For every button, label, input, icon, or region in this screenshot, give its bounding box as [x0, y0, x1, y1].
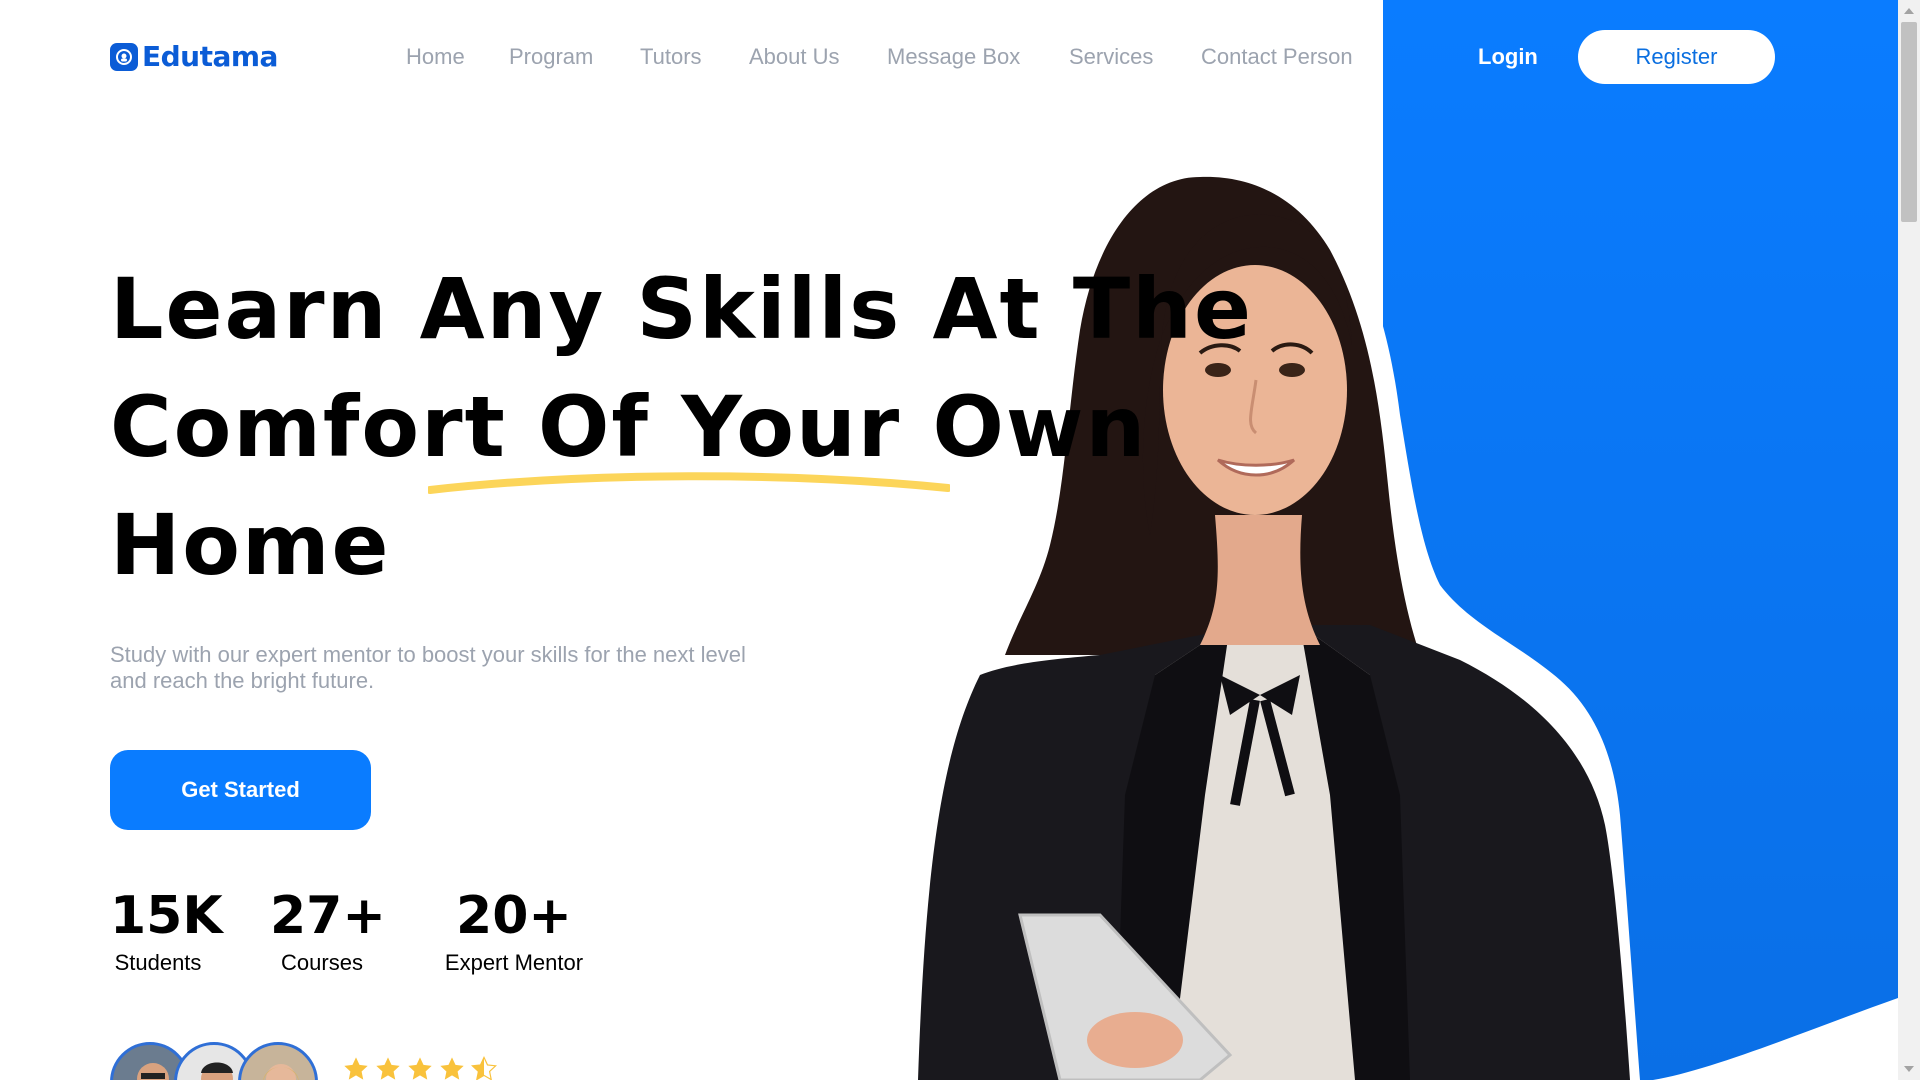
stat-courses: 27+ Courses — [270, 886, 386, 976]
avatar — [238, 1042, 318, 1080]
nav-item-message-box[interactable]: Message Box — [887, 44, 1020, 70]
main-nav: Home Program Tutors About Us Message Box… — [0, 44, 1383, 74]
headline-line-1: Learn Any Skills At The — [110, 260, 1253, 358]
get-started-button[interactable]: Get Started — [110, 750, 371, 830]
stat-courses-label: Courses — [281, 950, 363, 975]
page-scrollbar[interactable] — [1898, 0, 1920, 1080]
star-icon — [440, 1057, 464, 1080]
star-icon — [408, 1057, 432, 1080]
nav-item-program[interactable]: Program — [509, 44, 593, 70]
nav-item-about-us[interactable]: About Us — [749, 44, 840, 70]
star-half-icon — [471, 1055, 497, 1080]
star-icon — [376, 1057, 400, 1080]
nav-item-tutors[interactable]: Tutors — [640, 44, 702, 70]
stat-courses-value: 27+ — [270, 886, 386, 946]
login-link[interactable]: Login — [1478, 44, 1538, 70]
scroll-up-arrow-icon[interactable] — [1904, 8, 1914, 14]
stat-students-label: Students — [114, 950, 202, 975]
nav-item-contact-person[interactable]: Contact Person — [1201, 44, 1353, 70]
hero-headline: Learn Any Skills At The Comfort Of Your … — [110, 250, 1253, 604]
nav-item-services[interactable]: Services — [1069, 44, 1153, 70]
stat-mentor-value: 20+ — [456, 886, 572, 946]
headline-line-3: Home — [110, 496, 391, 594]
stat-expert-mentor: 20+ Expert Mentor — [438, 888, 590, 976]
stat-mentor-label: Expert Mentor — [444, 950, 584, 975]
scroll-down-arrow-icon[interactable] — [1904, 1066, 1914, 1072]
scrollbar-thumb[interactable] — [1901, 22, 1917, 222]
register-button[interactable]: Register — [1578, 30, 1775, 84]
star-icon — [344, 1057, 368, 1080]
stat-students-value: 15K — [110, 886, 223, 946]
stat-students: 15K Students — [110, 886, 223, 976]
star-rating — [342, 1055, 498, 1080]
hero-subtitle: Study with our expert mentor to boost yo… — [110, 642, 746, 693]
nav-item-home[interactable]: Home — [406, 44, 465, 70]
headline-line-2: Comfort Of Your Own — [110, 378, 1148, 476]
